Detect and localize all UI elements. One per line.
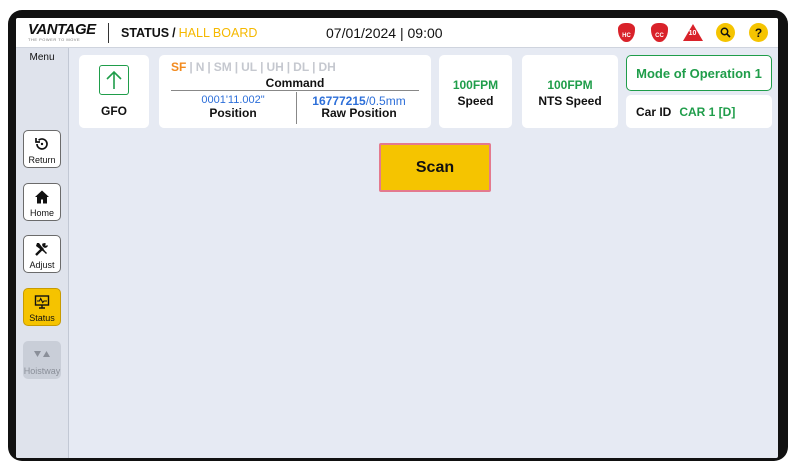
time-text: 09:00: [407, 24, 443, 41]
command-separator: |: [189, 60, 193, 74]
menu-label: Menu: [29, 52, 55, 63]
help-icon[interactable]: ?: [749, 23, 768, 42]
home-icon: [34, 189, 50, 206]
date-time-display: 07/01/2024 | 09:00: [326, 25, 443, 41]
door-status-label: GFO: [101, 104, 127, 118]
command-mode-ul: UL: [241, 60, 258, 74]
sidebar-item-label: Status: [29, 313, 55, 323]
header-bar: VANTAGE THE POWER TO MOVE STATUS / HALL BO…: [16, 18, 778, 48]
logo-tagline: THE POWER TO MOVE: [28, 37, 81, 42]
sidebar-item-label: Hoistway: [23, 366, 61, 376]
return-icon: [34, 136, 50, 153]
command-separator: |: [234, 60, 239, 74]
sidebar-item-return[interactable]: Return: [23, 130, 61, 168]
breadcrumb-section[interactable]: STATUS: [121, 26, 169, 40]
arrow-up-icon: [99, 65, 129, 95]
position-value: 0001'11.002": [201, 94, 265, 106]
command-mode-dh: DH: [318, 60, 336, 74]
date-time-separator: |: [399, 24, 404, 41]
car-id-card: Car ID CAR 1 [D]: [626, 95, 772, 128]
command-mode-n: N: [195, 60, 205, 74]
sidebar-item-status[interactable]: Status: [23, 288, 61, 326]
breadcrumb-separator: /: [172, 25, 176, 40]
hoistway-arrows-icon: [33, 347, 51, 364]
sidebar-menu: Menu Return Home Adjust Status Hoistway: [16, 48, 69, 458]
vantage-logo: VANTAGE THE POWER TO MOVE: [16, 18, 108, 48]
command-mode-sf: SF: [171, 60, 187, 74]
breadcrumb-current-page: HALL BOARD: [178, 25, 258, 40]
nts-speed-label: NTS Speed: [538, 94, 602, 108]
sidebar-item-label: Home: [29, 208, 54, 218]
sidebar-item-label: Adjust: [29, 260, 55, 270]
scan-button[interactable]: Scan: [379, 143, 491, 192]
nts-speed-card: 100FPM NTS Speed: [522, 55, 618, 128]
nts-speed-value: 100FPM: [547, 78, 593, 92]
command-mode-uh: UH: [266, 60, 284, 74]
breadcrumb: STATUS / HALL BOARD: [121, 26, 326, 40]
command-separator: |: [286, 60, 291, 74]
tools-icon: [34, 241, 50, 258]
speed-card: 100FPM Speed: [439, 55, 512, 128]
command-mode-list: SF | N | SM | UL | UH | DL | DH: [171, 60, 336, 74]
speed-value: 100FPM: [452, 78, 499, 92]
alarm-warning-icon[interactable]: 10: [682, 23, 703, 42]
hc-fault-shield-icon[interactable]: HC: [617, 23, 636, 42]
command-separator: |: [207, 60, 211, 74]
speed-label: Speed: [457, 94, 494, 108]
car-id-label: Car ID: [636, 104, 672, 119]
raw-position-label: Raw Position: [321, 106, 397, 120]
header-icons: HC CC 10 ?: [617, 23, 768, 42]
command-divider: [171, 90, 419, 91]
car-id-value: CAR 1 [D]: [679, 104, 736, 119]
monitor-icon: [34, 294, 50, 311]
sidebar-item-hoistway[interactable]: Hoistway: [23, 341, 61, 379]
position-label: Position: [209, 106, 257, 120]
command-separator: |: [312, 60, 316, 74]
door-direction-card: GFO: [79, 55, 149, 128]
logo-text: VANTAGE: [28, 21, 96, 38]
command-separator: |: [260, 60, 264, 74]
search-icon[interactable]: [716, 23, 735, 42]
command-mode-sm: SM: [213, 60, 232, 74]
command-position-card: SF | N | SM | UL | UH | DL | DH Command 0001'11.002"…: [159, 55, 431, 128]
header-divider: [108, 22, 109, 43]
sidebar-item-home[interactable]: Home: [23, 183, 61, 221]
cc-fault-shield-icon[interactable]: CC: [650, 23, 669, 42]
sidebar-item-adjust[interactable]: Adjust: [23, 235, 61, 273]
date-text: 07/01/2024: [326, 24, 397, 41]
sidebar-item-label: Return: [28, 155, 56, 165]
command-label: Command: [265, 76, 325, 90]
command-mode-dl: DL: [293, 60, 310, 74]
mode-of-operation-card: Mode of Operation 1: [626, 55, 772, 91]
screen: VANTAGE THE POWER TO MOVE STATUS / HALL BO…: [16, 18, 778, 458]
